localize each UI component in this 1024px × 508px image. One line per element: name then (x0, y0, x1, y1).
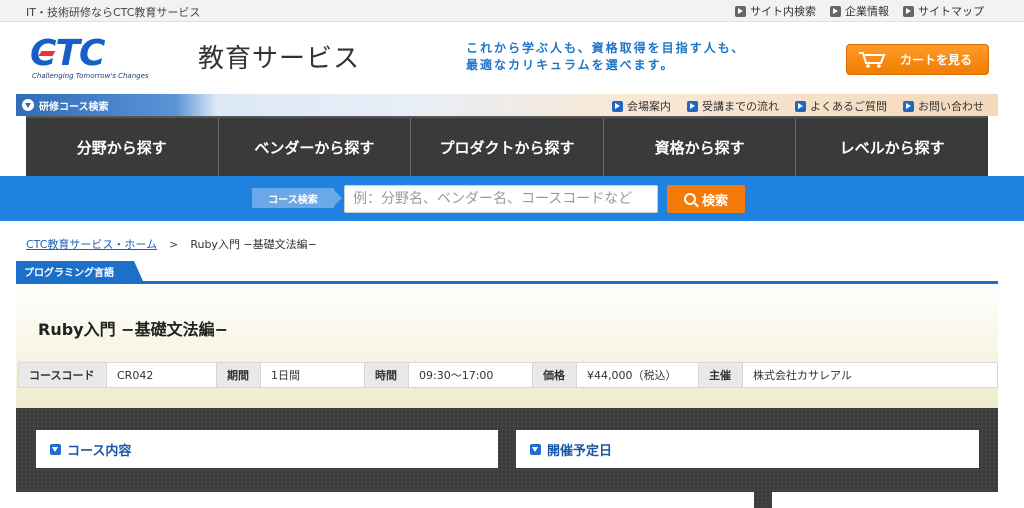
schedule-panel-body (772, 492, 998, 508)
course-info-table: コースコード CR042 期間 1日間 時間 09:30～17:00 価格 ¥4… (18, 362, 998, 388)
breadcrumb-current: Ruby入門 −基礎文法編− (190, 238, 317, 251)
arrow-right-icon (903, 100, 914, 112)
arrow-right-icon (903, 5, 914, 17)
faq-link[interactable]: よくあるご質問 (795, 98, 887, 114)
main-nav: 分野から探す ベンダーから探す プロダクトから探す 資格から探す レベルから探す (26, 116, 988, 176)
organizer-value: 株式会社カサレアル (753, 369, 852, 382)
catch-line-1: これから学ぶ人も、資格取得を目指す人も、 (466, 41, 746, 55)
arrow-right-icon (795, 100, 806, 112)
breadcrumb: CTC教育サービス・ホーム > Ruby入門 −基礎文法編− (26, 236, 317, 252)
venue-guide-label: 会場案内 (627, 100, 671, 113)
course-search-input[interactable] (344, 185, 658, 213)
catch-copy: これから学ぶ人も、資格取得を目指す人も、 最適なカリキュラムを選べます。 (466, 40, 745, 74)
sub-links: 会場案内 受講までの流れ よくあるご質問 お問い合わせ (612, 98, 984, 114)
duration-label: 期間 (217, 363, 261, 387)
organizer-label: 主催 (699, 363, 743, 387)
search-button-label: 検索 (701, 193, 728, 209)
company-info-label: 企業情報 (845, 5, 889, 18)
top-links: サイト内検索 企業情報 サイトマップ (735, 3, 984, 19)
site-tagline: IT・技術研修ならCTC教育サービス (26, 6, 201, 19)
arrow-right-icon (687, 100, 698, 112)
breadcrumb-home-link[interactable]: CTC教育サービス・ホーム (26, 236, 157, 252)
nav-by-product[interactable]: プロダクトから探す (411, 118, 604, 176)
course-search-bar: コース検索 検索 (0, 176, 1024, 221)
view-cart-label: カートを見る (899, 53, 972, 67)
content-panel-body (16, 492, 754, 508)
course-content-label: コース内容 (67, 443, 132, 459)
sub-nav: 研修コース検索 会場案内 受講までの流れ よくあるご質問 お問い合わせ (16, 94, 998, 116)
nav-by-certification[interactable]: 資格から探す (604, 118, 797, 176)
search-icon (683, 193, 696, 205)
site-search-link[interactable]: サイト内検索 (735, 3, 816, 19)
price-label: 価格 (533, 363, 577, 387)
top-bar: IT・技術研修ならCTC教育サービス サイト内検索 企業情報 サイトマップ (0, 0, 1024, 22)
schedule-heading[interactable]: 開催予定日 (516, 430, 979, 468)
site-search-label: サイト内検索 (750, 5, 816, 18)
code-value: CR042 (107, 363, 217, 387)
course-header-panel: Ruby入門 −基礎文法編− コースコード CR042 期間 1日間 時間 09… (16, 284, 998, 408)
arrow-right-icon (612, 100, 623, 112)
company-info-link[interactable]: 企業情報 (830, 3, 889, 19)
course-search-tag: 研修コース検索 (16, 94, 216, 116)
venue-guide-link[interactable]: 会場案内 (612, 98, 671, 114)
flow-label: 受講までの流れ (702, 100, 779, 113)
breadcrumb-separator: > (169, 237, 179, 251)
view-cart-button[interactable]: カートを見る (846, 44, 989, 75)
arrow-right-icon (735, 5, 746, 17)
price-value: ¥44,000（税込） (577, 363, 699, 387)
time-value: 09:30～17:00 (409, 363, 533, 387)
course-title: Ruby入門 −基礎文法編− (38, 320, 228, 339)
service-name: 教育サービス (198, 44, 361, 74)
category-tab: プログラミング言語 (16, 261, 143, 281)
cart-icon (859, 52, 886, 68)
flow-link[interactable]: 受講までの流れ (687, 98, 779, 114)
logo-slogan: Challenging Tomorrow's Changes (32, 72, 149, 80)
duration-value: 1日間 (261, 363, 365, 387)
chevron-down-icon (50, 443, 61, 455)
sitemap-link[interactable]: サイトマップ (903, 3, 984, 19)
code-label: コースコード (19, 363, 107, 387)
course-content-heading[interactable]: コース内容 (36, 430, 498, 468)
faq-label: よくあるご質問 (810, 100, 887, 113)
time-label: 時間 (365, 363, 409, 387)
contact-label: お問い合わせ (918, 100, 984, 113)
sitemap-label: サイトマップ (918, 5, 984, 18)
search-button[interactable]: 検索 (667, 185, 745, 213)
catch-line-2: 最適なカリキュラムを選べます。 (466, 58, 675, 72)
ctc-logo[interactable]: CTC Challenging Tomorrow's Changes (30, 36, 160, 84)
nav-by-level[interactable]: レベルから探す (796, 118, 988, 176)
course-detail-section: コース内容 開催予定日 (16, 408, 998, 508)
course-search-tag-label: 研修コース検索 (39, 101, 109, 113)
course-search-label: コース検索 (252, 188, 342, 208)
schedule-label: 開催予定日 (547, 443, 613, 459)
nav-by-field[interactable]: 分野から探す (26, 118, 219, 176)
down-arrow-icon (22, 99, 34, 111)
arrow-right-icon (830, 5, 841, 17)
contact-link[interactable]: お問い合わせ (903, 98, 984, 114)
chevron-down-icon (530, 443, 541, 455)
nav-by-vendor[interactable]: ベンダーから探す (219, 118, 412, 176)
header: CTC Challenging Tomorrow's Changes 教育サービ… (0, 22, 1024, 94)
logo-swoosh-icon (38, 51, 56, 56)
